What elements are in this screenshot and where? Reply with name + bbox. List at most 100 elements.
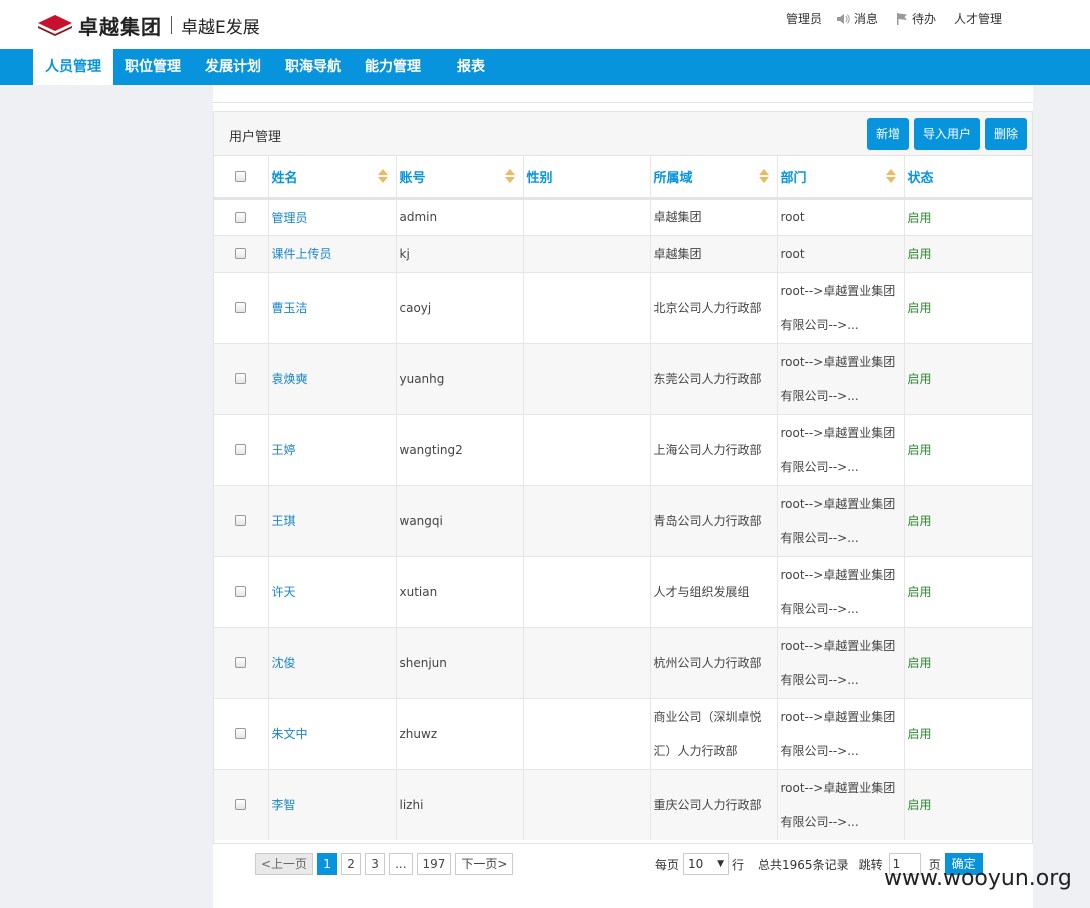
sort-icon[interactable]	[758, 169, 769, 183]
add-button[interactable]: 新增	[866, 118, 909, 150]
user-name-link[interactable]: 课件上传员	[272, 247, 332, 261]
next-page-button[interactable]: 下一页>	[455, 853, 514, 875]
row-select-cell	[214, 484, 269, 556]
table-row[interactable]: 王婷 wangting2 上海公司人力行政部 root-->卓越置业集团有限公司-->…	[214, 413, 1032, 485]
nav-competency[interactable]: 能力管理	[353, 49, 433, 85]
col-account[interactable]: 账号	[396, 156, 524, 200]
cell-gender	[523, 697, 651, 769]
rows-unit-label: 行	[732, 857, 745, 872]
cell-gender	[523, 197, 651, 235]
row-select-cell	[214, 234, 269, 272]
cell-gender	[523, 555, 651, 627]
delete-button[interactable]: 删除	[984, 118, 1027, 150]
current-user-link[interactable]: 管理员	[786, 10, 822, 27]
user-name-link[interactable]: 许天	[272, 585, 296, 599]
table-row[interactable]: 沈俊 shenjun 杭州公司人力行政部 root-->卓越置业集团有限公司-->..…	[214, 626, 1032, 698]
page-ellipsis[interactable]: ...	[389, 853, 413, 875]
user-name-link[interactable]: 朱文中	[272, 727, 308, 741]
nav-personnel[interactable]: 人员管理	[33, 49, 113, 85]
user-name-link[interactable]: 沈俊	[272, 656, 296, 670]
cell-domain: 卓越集团	[650, 234, 778, 272]
per-page-value: 10	[688, 857, 704, 871]
current-user-label: 管理员	[785, 12, 822, 26]
cell-department: root-->卓越置业集团有限公司-->...	[777, 271, 905, 343]
col-gender: 性别	[523, 156, 651, 200]
col-domain[interactable]: 所属域	[650, 156, 778, 200]
user-name-link[interactable]: 李智	[272, 798, 296, 812]
cell-account: zhuwz	[396, 697, 524, 769]
cell-department: root-->卓越置业集团有限公司-->...	[777, 626, 905, 698]
speaker-icon	[836, 13, 850, 24]
cell-account: wangting2	[396, 413, 524, 485]
row-checkbox[interactable]	[235, 373, 246, 384]
cell-name: 王琪	[268, 484, 397, 556]
status-badge: 启用	[907, 247, 932, 261]
page-button-2[interactable]: 2	[341, 853, 362, 875]
row-checkbox[interactable]	[235, 657, 246, 668]
todo-link[interactable]: 待办	[896, 10, 936, 27]
page-button-last[interactable]: 197	[416, 853, 452, 875]
cell-status: 启用	[904, 413, 1032, 485]
nav-reports[interactable]: 报表	[445, 49, 497, 85]
user-domain: 商业公司（深圳卓悦汇）人力行政部	[653, 709, 762, 758]
table-row[interactable]: 曹玉洁 caoyj 北京公司人力行政部 root-->卓越置业集团有限公司-->...…	[214, 271, 1032, 343]
select-all-cell	[214, 156, 269, 200]
table-row[interactable]: 课件上传员 kj 卓越集团 root 启用	[214, 234, 1032, 272]
col-name[interactable]: 姓名	[268, 156, 397, 200]
row-checkbox[interactable]	[235, 515, 246, 526]
cell-account: xutian	[396, 555, 524, 627]
row-checkbox[interactable]	[235, 728, 246, 739]
page-button-1[interactable]: 1	[317, 853, 338, 875]
col-name-label: 姓名	[271, 170, 298, 186]
per-page-select[interactable]: 10 ▼	[683, 853, 730, 875]
row-checkbox[interactable]	[235, 799, 246, 811]
sort-icon[interactable]	[885, 169, 896, 183]
cell-gender	[523, 271, 651, 343]
cell-account: admin	[396, 197, 524, 235]
table-row[interactable]: 许天 xutian 人才与组织发展组 root-->卓越置业集团有限公司-->... 启…	[214, 555, 1032, 627]
sort-icon[interactable]	[377, 169, 388, 183]
user-name-link[interactable]: 王婷	[272, 443, 296, 457]
box-header: 用户管理 新增 导入用户 删除	[214, 112, 1032, 156]
table-row[interactable]: 朱文中 zhuwz 商业公司（深圳卓悦汇）人力行政部 root-->卓越置业集团有限公…	[214, 697, 1032, 769]
nav-development-plan[interactable]: 发展计划	[193, 49, 273, 85]
col-department[interactable]: 部门	[777, 156, 905, 200]
user-name-link[interactable]: 管理员	[272, 211, 308, 225]
table-row[interactable]: 李智 lizhi 重庆公司人力行政部 root-->卓越置业集团有限公司-->... 启…	[214, 768, 1032, 840]
table-row[interactable]: 管理员 admin 卓越集团 root 启用	[214, 197, 1032, 235]
status-badge: 启用	[907, 443, 932, 457]
nav-positions[interactable]: 职位管理	[113, 49, 193, 85]
user-name-link[interactable]: 曹玉洁	[272, 301, 308, 315]
table-body: 管理员 admin 卓越集团 root 启用 课件上传员 kj 卓越集团 root 启用 曹玉洁 ca…	[214, 197, 1032, 840]
import-users-button[interactable]: 导入用户	[913, 118, 980, 150]
page-button-3[interactable]: 3	[365, 853, 386, 875]
table-row[interactable]: 袁焕奭 yuanhg 东莞公司人力行政部 root-->卓越置业集团有限公司-->..…	[214, 342, 1032, 414]
user-domain: 重庆公司人力行政部	[653, 797, 762, 812]
talent-label: 人才管理	[953, 12, 1002, 26]
row-checkbox[interactable]	[235, 586, 246, 597]
user-department: root-->卓越置业集团有限公司-->...	[780, 780, 896, 829]
user-name-link[interactable]: 袁焕奭	[272, 372, 308, 386]
todo-label: 待办	[911, 12, 936, 26]
messages-label: 消息	[853, 12, 878, 26]
user-name-link[interactable]: 王琪	[272, 514, 296, 528]
row-checkbox[interactable]	[235, 211, 246, 223]
row-checkbox[interactable]	[235, 248, 246, 259]
cell-status: 启用	[904, 697, 1032, 769]
prev-page-button[interactable]: <上一页	[255, 853, 314, 875]
messages-link[interactable]: 消息	[836, 10, 878, 27]
talent-link[interactable]: 人才管理	[954, 10, 1002, 27]
select-all-checkbox[interactable]	[235, 170, 246, 182]
main-nav: 人员管理 职位管理 发展计划 职海导航 能力管理 报表	[0, 49, 1090, 85]
sort-icon[interactable]	[504, 169, 515, 183]
nav-career-navigation[interactable]: 职海导航	[273, 49, 353, 85]
brand-logo[interactable]: 卓越集团 卓越E发展	[36, 12, 260, 39]
table-row[interactable]: 王琪 wangqi 青岛公司人力行政部 root-->卓越置业集团有限公司-->...…	[214, 484, 1032, 556]
app-header: 卓越集团 卓越E发展 管理员 消息 待办 人才管理	[0, 0, 1090, 49]
cell-domain: 青岛公司人力行政部	[650, 484, 778, 556]
col-status: 状态	[904, 156, 1032, 200]
row-checkbox[interactable]	[235, 444, 246, 455]
user-department: root-->卓越置业集团有限公司-->...	[780, 354, 896, 403]
action-buttons: 新增 导入用户 删除	[866, 118, 1027, 150]
row-checkbox[interactable]	[235, 302, 246, 313]
